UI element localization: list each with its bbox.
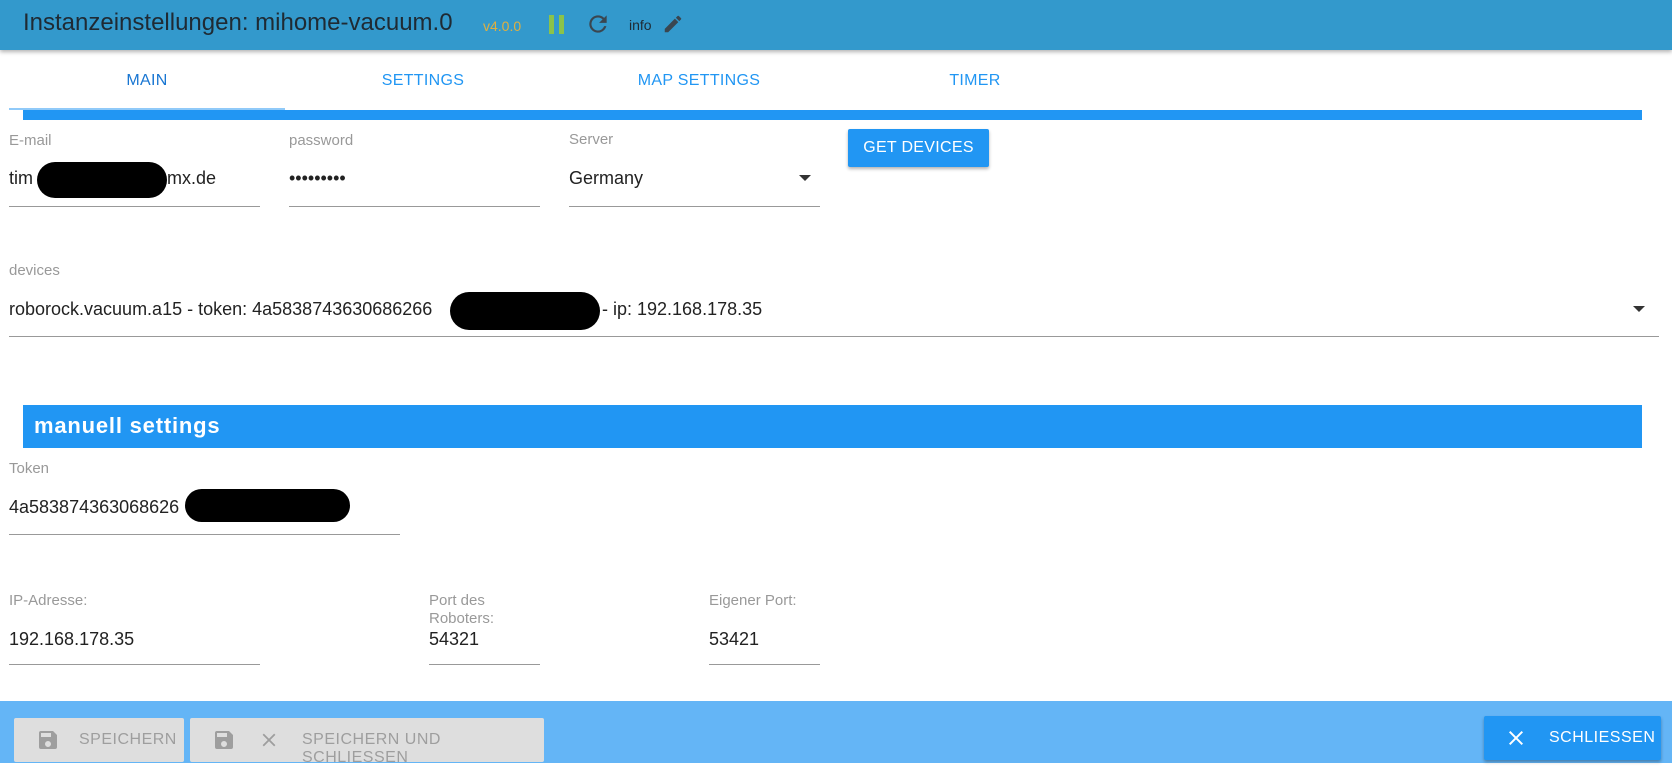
server-value: Germany [569, 168, 644, 188]
manual-settings-header: manuell settings [23, 405, 1642, 448]
chevron-down-icon [1633, 306, 1645, 312]
token-value: 4a583874363068626 [9, 497, 180, 517]
tab-timer[interactable]: TIMER [837, 50, 1113, 108]
save-button[interactable]: SPEICHERN [14, 718, 184, 762]
section-title: manuell settings [34, 413, 221, 438]
reload-icon[interactable] [585, 11, 611, 37]
redaction-mark [450, 292, 600, 330]
save-button-label: SPEICHERN [79, 731, 177, 748]
devices-underline [9, 336, 1659, 337]
token-underline [9, 534, 400, 535]
password-label: password [289, 132, 354, 149]
email-underline [9, 206, 260, 207]
own-port-value: 53421 [709, 629, 760, 649]
email-label: E-mail [9, 132, 52, 149]
info-link[interactable]: info [629, 17, 652, 33]
ip-label: IP-Adresse: [9, 592, 88, 609]
robot-port-underline [429, 664, 540, 665]
own-port-underline [709, 664, 820, 665]
close-icon [1504, 726, 1528, 750]
tab-main[interactable]: MAIN [9, 50, 285, 110]
app-header: Instanzeinstellungen: mihome-vacuum.0 v4… [0, 0, 1672, 50]
redaction-mark [185, 489, 350, 522]
own-port-label: Eigener Port: [709, 592, 797, 609]
redaction-mark [37, 162, 167, 198]
robot-port-label-line1: Port des [429, 592, 485, 609]
chevron-down-icon [799, 175, 811, 181]
get-devices-button[interactable]: GET DEVICES [848, 129, 989, 167]
email-value-end: mx.de [167, 168, 217, 188]
devices-value-start: roborock.vacuum.a15 - token: 4a583874363… [9, 299, 433, 319]
save-and-close-button-label: SPEICHERN UND SCHLIESSEN [302, 731, 441, 766]
robot-port-label: Port des Roboters: [429, 592, 494, 628]
email-value-start: tim [9, 168, 33, 188]
pause-icon[interactable] [549, 15, 565, 34]
server-underline [569, 206, 820, 207]
save-and-close-button[interactable]: SPEICHERN UND SCHLIESSEN [190, 718, 544, 766]
tab-indicator-bar [23, 110, 1642, 120]
floppy-disk-icon [36, 728, 60, 752]
token-label: Token [9, 460, 50, 477]
ip-underline [9, 664, 260, 665]
password-value: ••••••••• [289, 168, 346, 188]
page-title: Instanzeinstellungen: mihome-vacuum.0 [23, 9, 453, 36]
devices-label: devices [9, 262, 60, 279]
version-badge: v4.0.0 [483, 18, 522, 34]
close-button-label: SCHLIESSEN [1549, 729, 1656, 746]
robot-port-label-line2: Roboters: [429, 610, 495, 627]
ip-value: 192.168.178.35 [9, 629, 135, 649]
tab-settings[interactable]: SETTINGS [285, 50, 561, 108]
close-button[interactable]: SCHLIESSEN [1484, 716, 1661, 760]
edit-icon[interactable] [662, 13, 684, 35]
tab-bar: MAIN SETTINGS MAP SETTINGS TIMER [9, 50, 1642, 110]
floppy-disk-icon [212, 728, 236, 752]
robot-port-value: 54321 [429, 629, 480, 649]
tab-map-settings[interactable]: MAP SETTINGS [561, 50, 837, 108]
server-label: Server [569, 131, 614, 148]
devices-value-end: - ip: 192.168.178.35 [602, 299, 763, 319]
password-underline [289, 206, 540, 207]
close-icon [258, 729, 280, 751]
